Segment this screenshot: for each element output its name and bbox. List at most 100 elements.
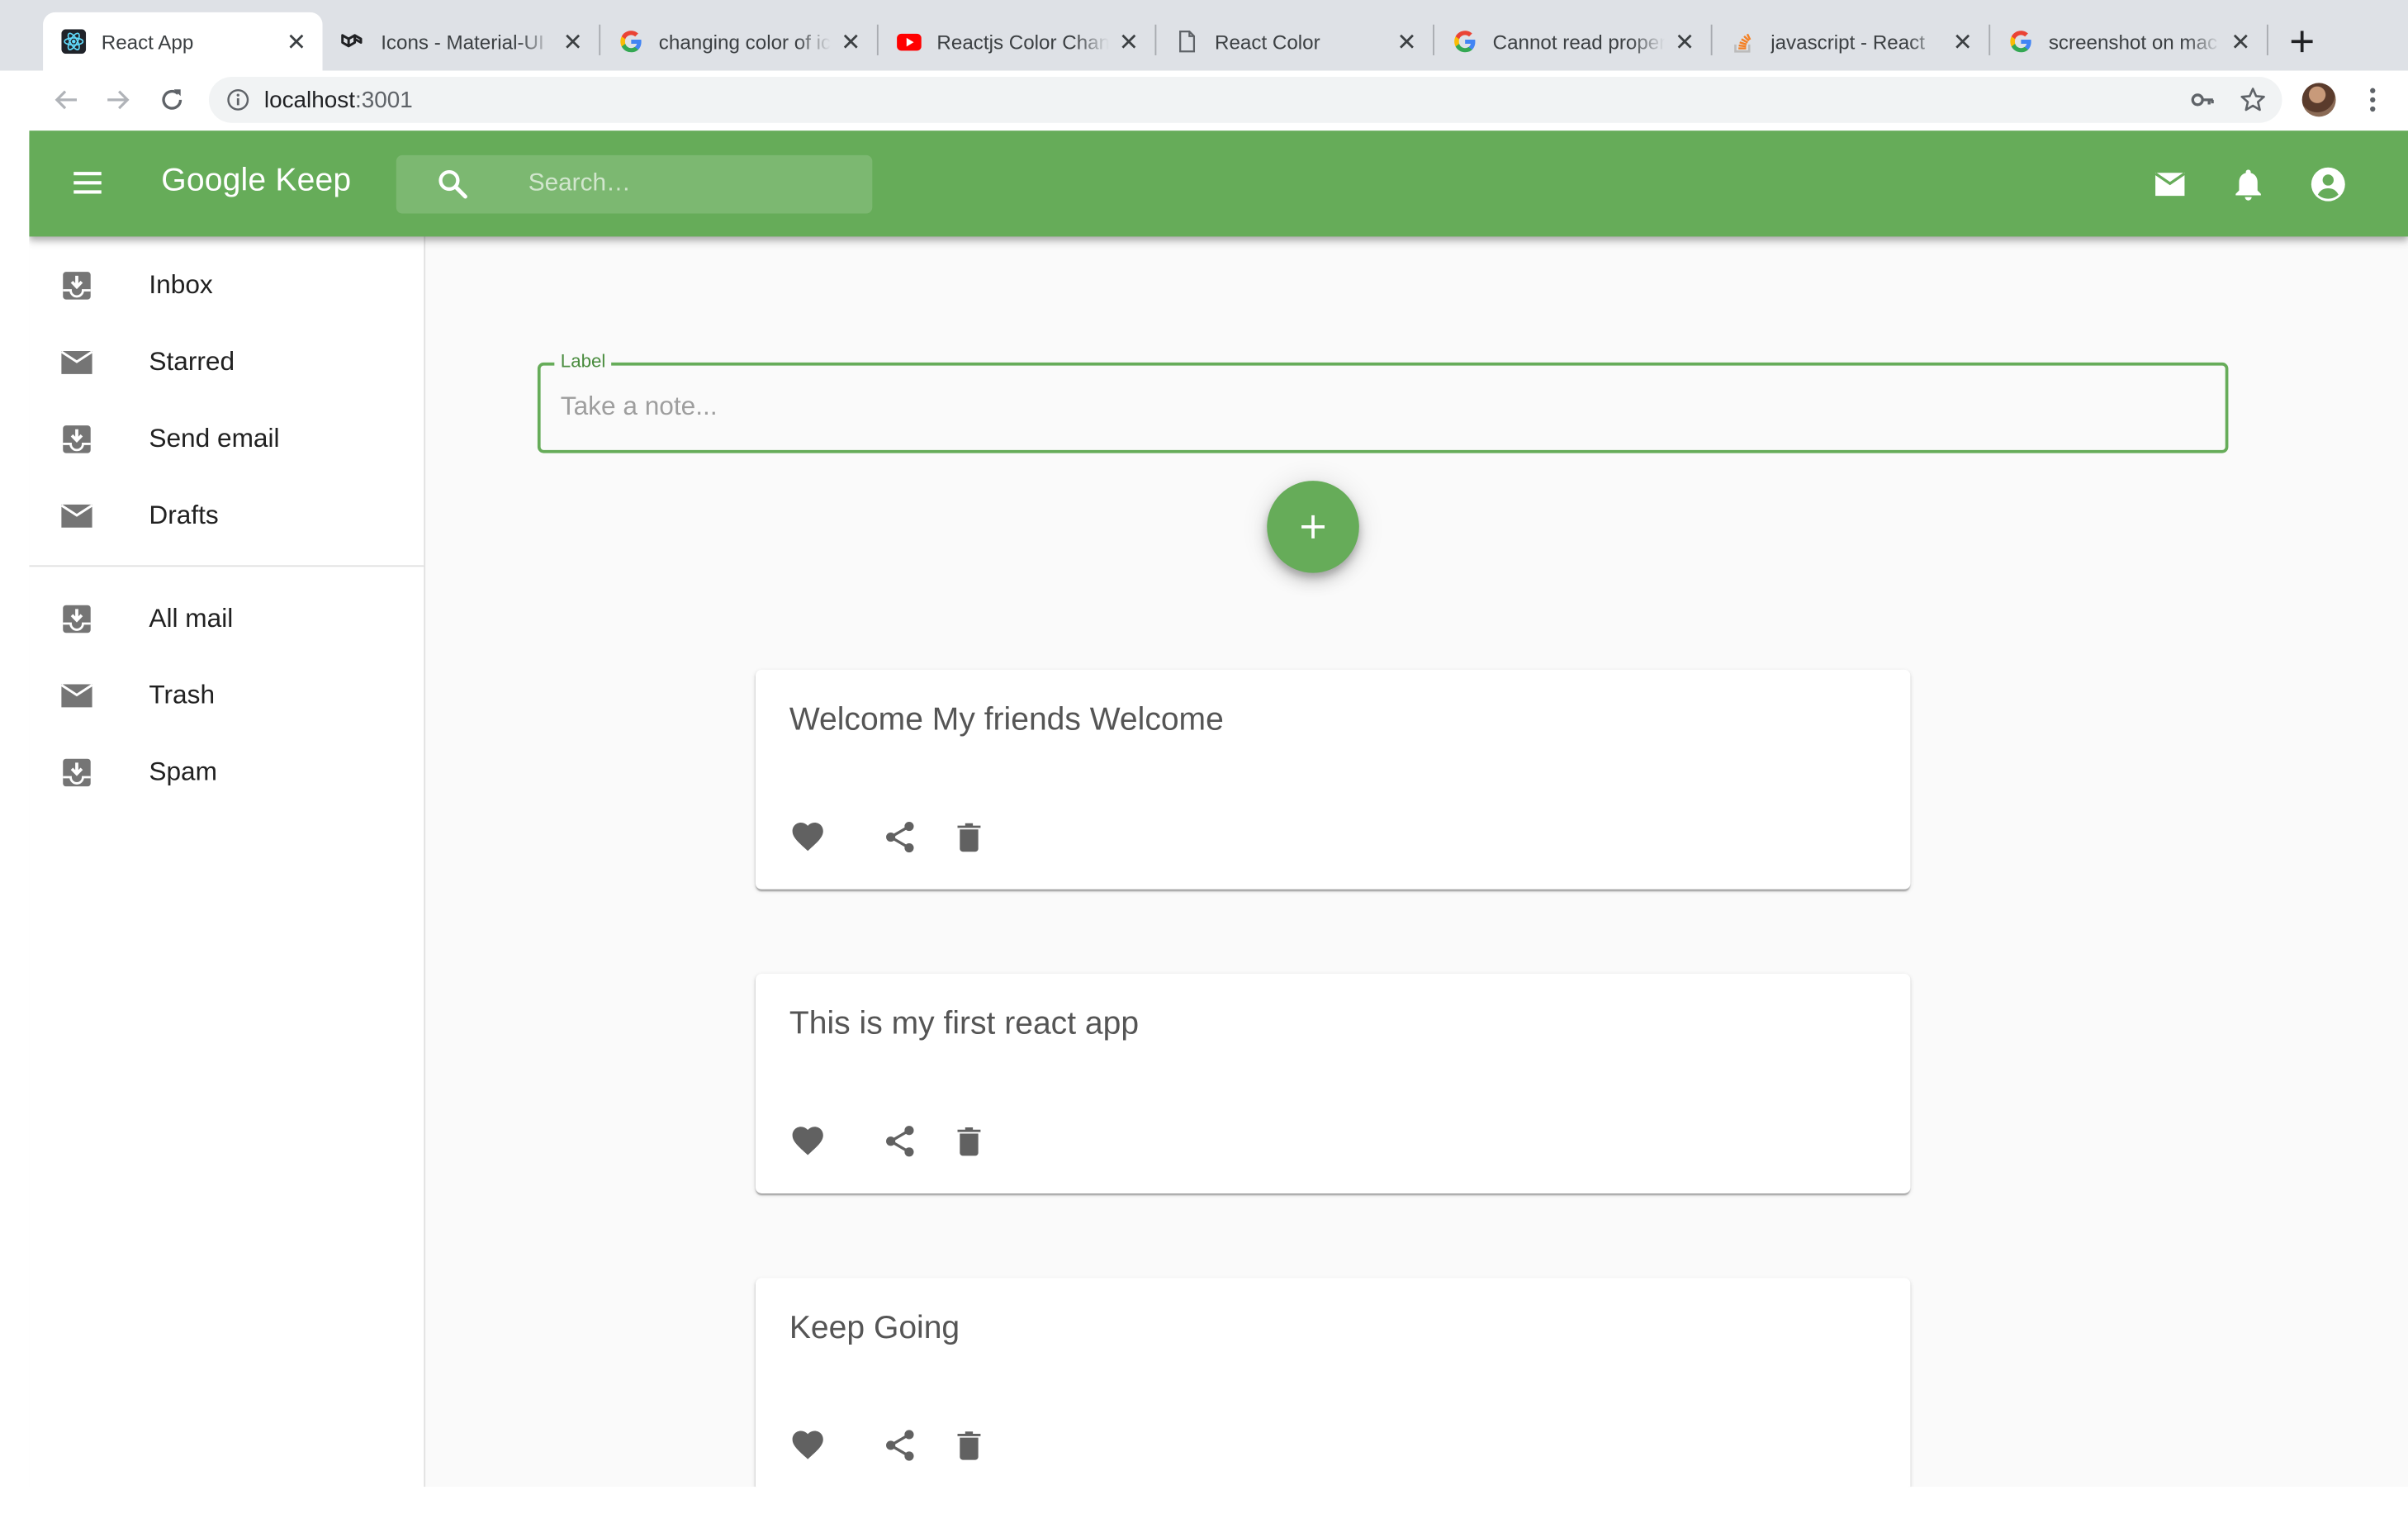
arrow-forward-icon (107, 90, 130, 110)
note-input[interactable] (560, 387, 2189, 427)
mail-icon (2154, 172, 2186, 197)
drawer-item-label: Inbox (149, 270, 213, 300)
url-text: localhost:3001 (264, 88, 413, 114)
note-title: Keep Going (789, 1310, 960, 1346)
drawer-item-starred[interactable]: Starred (29, 324, 424, 401)
close-icon[interactable] (286, 31, 307, 52)
note-card: Keep Going (755, 1278, 1911, 1487)
arrow-back-icon (55, 90, 77, 110)
delete-button[interactable] (950, 1122, 988, 1160)
search-icon (438, 169, 467, 199)
move-to-inbox-icon (63, 425, 91, 453)
tab-react-color[interactable]: React Color (1156, 12, 1433, 71)
close-icon[interactable] (1952, 31, 1974, 52)
forward-button[interactable] (100, 82, 137, 119)
close-icon[interactable] (840, 31, 861, 52)
mail-icon (60, 684, 93, 708)
tab-google-search-1[interactable]: changing color of icons (600, 12, 877, 71)
add-note-button[interactable] (1267, 481, 1359, 573)
drawer-item-drafts[interactable]: Drafts (29, 477, 424, 554)
close-icon[interactable] (2230, 31, 2251, 52)
favorite-button[interactable] (789, 1427, 827, 1464)
menu-icon[interactable] (69, 164, 107, 202)
drawer-item-inbox[interactable]: Inbox (29, 247, 424, 324)
notifications-button[interactable] (2228, 164, 2268, 204)
tab-google-search-2[interactable]: Cannot read property (1434, 12, 1711, 71)
url-host: localhost (263, 88, 355, 114)
search-box (396, 154, 873, 214)
account-circle-icon (2311, 167, 2345, 202)
drawer-item-label: Drafts (149, 501, 219, 530)
tab-stackoverflow[interactable]: javascript - React (1713, 12, 1989, 71)
close-icon[interactable] (1396, 31, 1417, 52)
move-to-inbox-icon (63, 758, 91, 787)
back-button[interactable] (48, 82, 85, 119)
drawer-item-spam[interactable]: Spam (29, 734, 424, 811)
star-icon[interactable] (2239, 86, 2266, 113)
tab-material-ui-icons[interactable]: Icons - Material-UI (323, 12, 600, 71)
main-content: Label Welcome My friends Welcome (425, 236, 2408, 1487)
tab-strip: React App Icons - Material-UI changing c… (0, 0, 2408, 71)
tab-youtube[interactable]: Reactjs Color Change (879, 12, 1155, 71)
mail-icon (60, 504, 93, 528)
drawer-item-label: Send email (149, 424, 280, 453)
delete-icon (957, 1127, 981, 1156)
note-card: This is my first react app (755, 974, 1911, 1193)
tab-title: screenshot on mac (2048, 30, 2218, 54)
search-input[interactable] (528, 161, 851, 208)
note-title: Welcome My friends Welcome (789, 701, 1224, 738)
tab-title: Reactjs Color Change (936, 30, 1109, 54)
share-button[interactable] (881, 1122, 918, 1160)
drawer-item-trash[interactable]: Trash (29, 657, 424, 734)
move-to-inbox-icon (63, 272, 91, 300)
note-composer: Label (537, 350, 2229, 453)
address-bar[interactable]: localhost:3001 (208, 76, 2282, 123)
mail-icon (60, 350, 93, 374)
profile-avatar[interactable] (2301, 83, 2336, 117)
favorite-button[interactable] (789, 818, 827, 856)
favorite-button[interactable] (789, 1122, 827, 1160)
close-icon[interactable] (562, 31, 584, 52)
favorite-icon (792, 823, 823, 852)
drawer-item-all-mail[interactable]: All mail (29, 581, 424, 657)
delete-button[interactable] (950, 818, 988, 856)
favorite-icon (792, 1430, 823, 1459)
mail-button[interactable] (2150, 164, 2190, 204)
drawer-item-label: All mail (149, 603, 234, 633)
add-icon (1301, 515, 1325, 539)
share-icon (886, 821, 914, 853)
google-icon (619, 29, 643, 54)
material-ui-icon (341, 29, 366, 54)
tab-title: Cannot read property (1492, 30, 1665, 54)
more-vert-icon (2370, 88, 2376, 112)
nav-drawer: Inbox Starred Send email Drafts All mail (29, 236, 426, 1487)
browser-toolbar: localhost:3001 (0, 70, 2408, 130)
screen-bottom-margin (0, 1487, 2408, 1523)
reload-icon (162, 89, 182, 110)
tab-title: Icons - Material-UI (381, 30, 544, 54)
share-button[interactable] (881, 818, 918, 856)
key-icon[interactable] (2190, 88, 2215, 112)
move-to-inbox-icon (63, 605, 91, 633)
favorite-icon (792, 1127, 823, 1155)
tab-react-app[interactable]: React App (43, 12, 323, 71)
app-bar: Google Keep (29, 130, 2408, 237)
google-icon (1453, 29, 1477, 54)
drawer-item-label: Trash (149, 680, 216, 710)
app-title: Google Keep (161, 163, 352, 198)
drawer-item-send-email[interactable]: Send email (29, 401, 424, 477)
plus-icon (2291, 31, 2313, 53)
tab-title: React Color (1215, 30, 1320, 54)
tab-title: React App (101, 30, 194, 54)
share-button[interactable] (881, 1427, 918, 1464)
delete-button[interactable] (950, 1427, 988, 1464)
notifications-icon (2235, 169, 2261, 201)
close-icon[interactable] (1674, 31, 1695, 52)
browser-menu-button[interactable] (2358, 83, 2388, 116)
new-tab-button[interactable] (2283, 23, 2320, 60)
close-icon[interactable] (1118, 31, 1140, 52)
reload-button[interactable] (154, 82, 191, 119)
tab-google-search-3[interactable]: screenshot on mac (1990, 12, 2267, 71)
info-icon[interactable] (225, 88, 250, 112)
account-button[interactable] (2308, 164, 2348, 204)
